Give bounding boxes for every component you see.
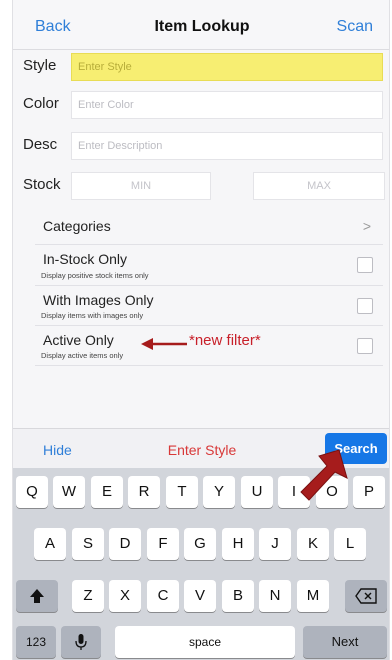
- key-a[interactable]: A: [34, 528, 66, 560]
- key-z[interactable]: Z: [72, 580, 104, 612]
- space-key[interactable]: space: [115, 626, 295, 658]
- navigation-bar: Back Item Lookup Scan: [13, 0, 389, 50]
- filter-title: In-Stock Only: [43, 251, 128, 267]
- key-e[interactable]: E: [91, 476, 123, 508]
- key-r[interactable]: R: [128, 476, 160, 508]
- page-title: Item Lookup: [154, 18, 250, 35]
- color-label: Color: [23, 95, 59, 112]
- stock-max-input[interactable]: [253, 172, 385, 200]
- backspace-key[interactable]: [345, 580, 387, 612]
- filter-subtitle: Display active items only: [41, 351, 124, 360]
- key-m[interactable]: M: [297, 580, 329, 612]
- color-input[interactable]: [71, 91, 383, 119]
- app-screen: Back Item Lookup Scan Style Color Desc S…: [12, 0, 390, 660]
- shift-icon: [30, 589, 44, 603]
- active-only-checkbox[interactable]: [357, 338, 373, 354]
- scan-button[interactable]: Scan: [337, 18, 373, 36]
- key-c[interactable]: C: [147, 580, 179, 612]
- key-v[interactable]: V: [184, 580, 216, 612]
- categories-label: Categories: [43, 218, 111, 234]
- stock-label: Stock: [23, 176, 61, 193]
- desc-label: Desc: [23, 136, 58, 153]
- chevron-right-icon: >: [362, 218, 371, 234]
- key-w[interactable]: W: [53, 476, 85, 508]
- filter-with-images[interactable]: With Images Only Display items with imag…: [35, 286, 383, 326]
- key-u[interactable]: U: [241, 476, 273, 508]
- style-row: Style: [13, 47, 389, 87]
- description-input[interactable]: [71, 132, 383, 160]
- style-label: Style: [23, 57, 57, 74]
- key-x[interactable]: X: [109, 580, 141, 612]
- key-j[interactable]: J: [259, 528, 291, 560]
- categories-row[interactable]: Categories >: [35, 208, 383, 245]
- key-f[interactable]: F: [147, 528, 179, 560]
- desc-row: Desc: [13, 126, 389, 166]
- microphone-icon: [75, 634, 87, 650]
- filter-subtitle: Display items with images only: [41, 311, 144, 320]
- key-b[interactable]: B: [222, 580, 254, 612]
- with-images-checkbox[interactable]: [357, 298, 373, 314]
- microphone-key[interactable]: [61, 626, 101, 658]
- filter-subtitle: Display positive stock items only: [41, 271, 149, 280]
- key-k[interactable]: K: [297, 528, 329, 560]
- annotation-arrow-icon: [141, 338, 187, 350]
- color-row: Color: [13, 85, 389, 125]
- key-q[interactable]: Q: [16, 476, 48, 508]
- filter-in-stock[interactable]: In-Stock Only Display positive stock ite…: [35, 245, 383, 286]
- pointer-arrow-icon: [300, 449, 348, 501]
- key-d[interactable]: D: [109, 528, 141, 560]
- key-s[interactable]: S: [72, 528, 104, 560]
- next-key[interactable]: Next: [303, 626, 387, 658]
- key-h[interactable]: H: [222, 528, 254, 560]
- numbers-key[interactable]: 123: [16, 626, 56, 658]
- key-n[interactable]: N: [259, 580, 291, 612]
- stock-row: Stock: [13, 166, 389, 206]
- stock-min-input[interactable]: [71, 172, 211, 200]
- key-g[interactable]: G: [184, 528, 216, 560]
- style-input[interactable]: [71, 53, 383, 81]
- filter-title: Active Only: [43, 332, 114, 348]
- shift-key[interactable]: [16, 580, 58, 612]
- filter-title: With Images Only: [43, 292, 154, 308]
- key-p[interactable]: P: [353, 476, 385, 508]
- key-t[interactable]: T: [166, 476, 198, 508]
- new-filter-annotation: *new filter*: [189, 332, 261, 349]
- backspace-icon: [355, 588, 377, 604]
- in-stock-checkbox[interactable]: [357, 257, 373, 273]
- key-y[interactable]: Y: [203, 476, 235, 508]
- key-l[interactable]: L: [334, 528, 366, 560]
